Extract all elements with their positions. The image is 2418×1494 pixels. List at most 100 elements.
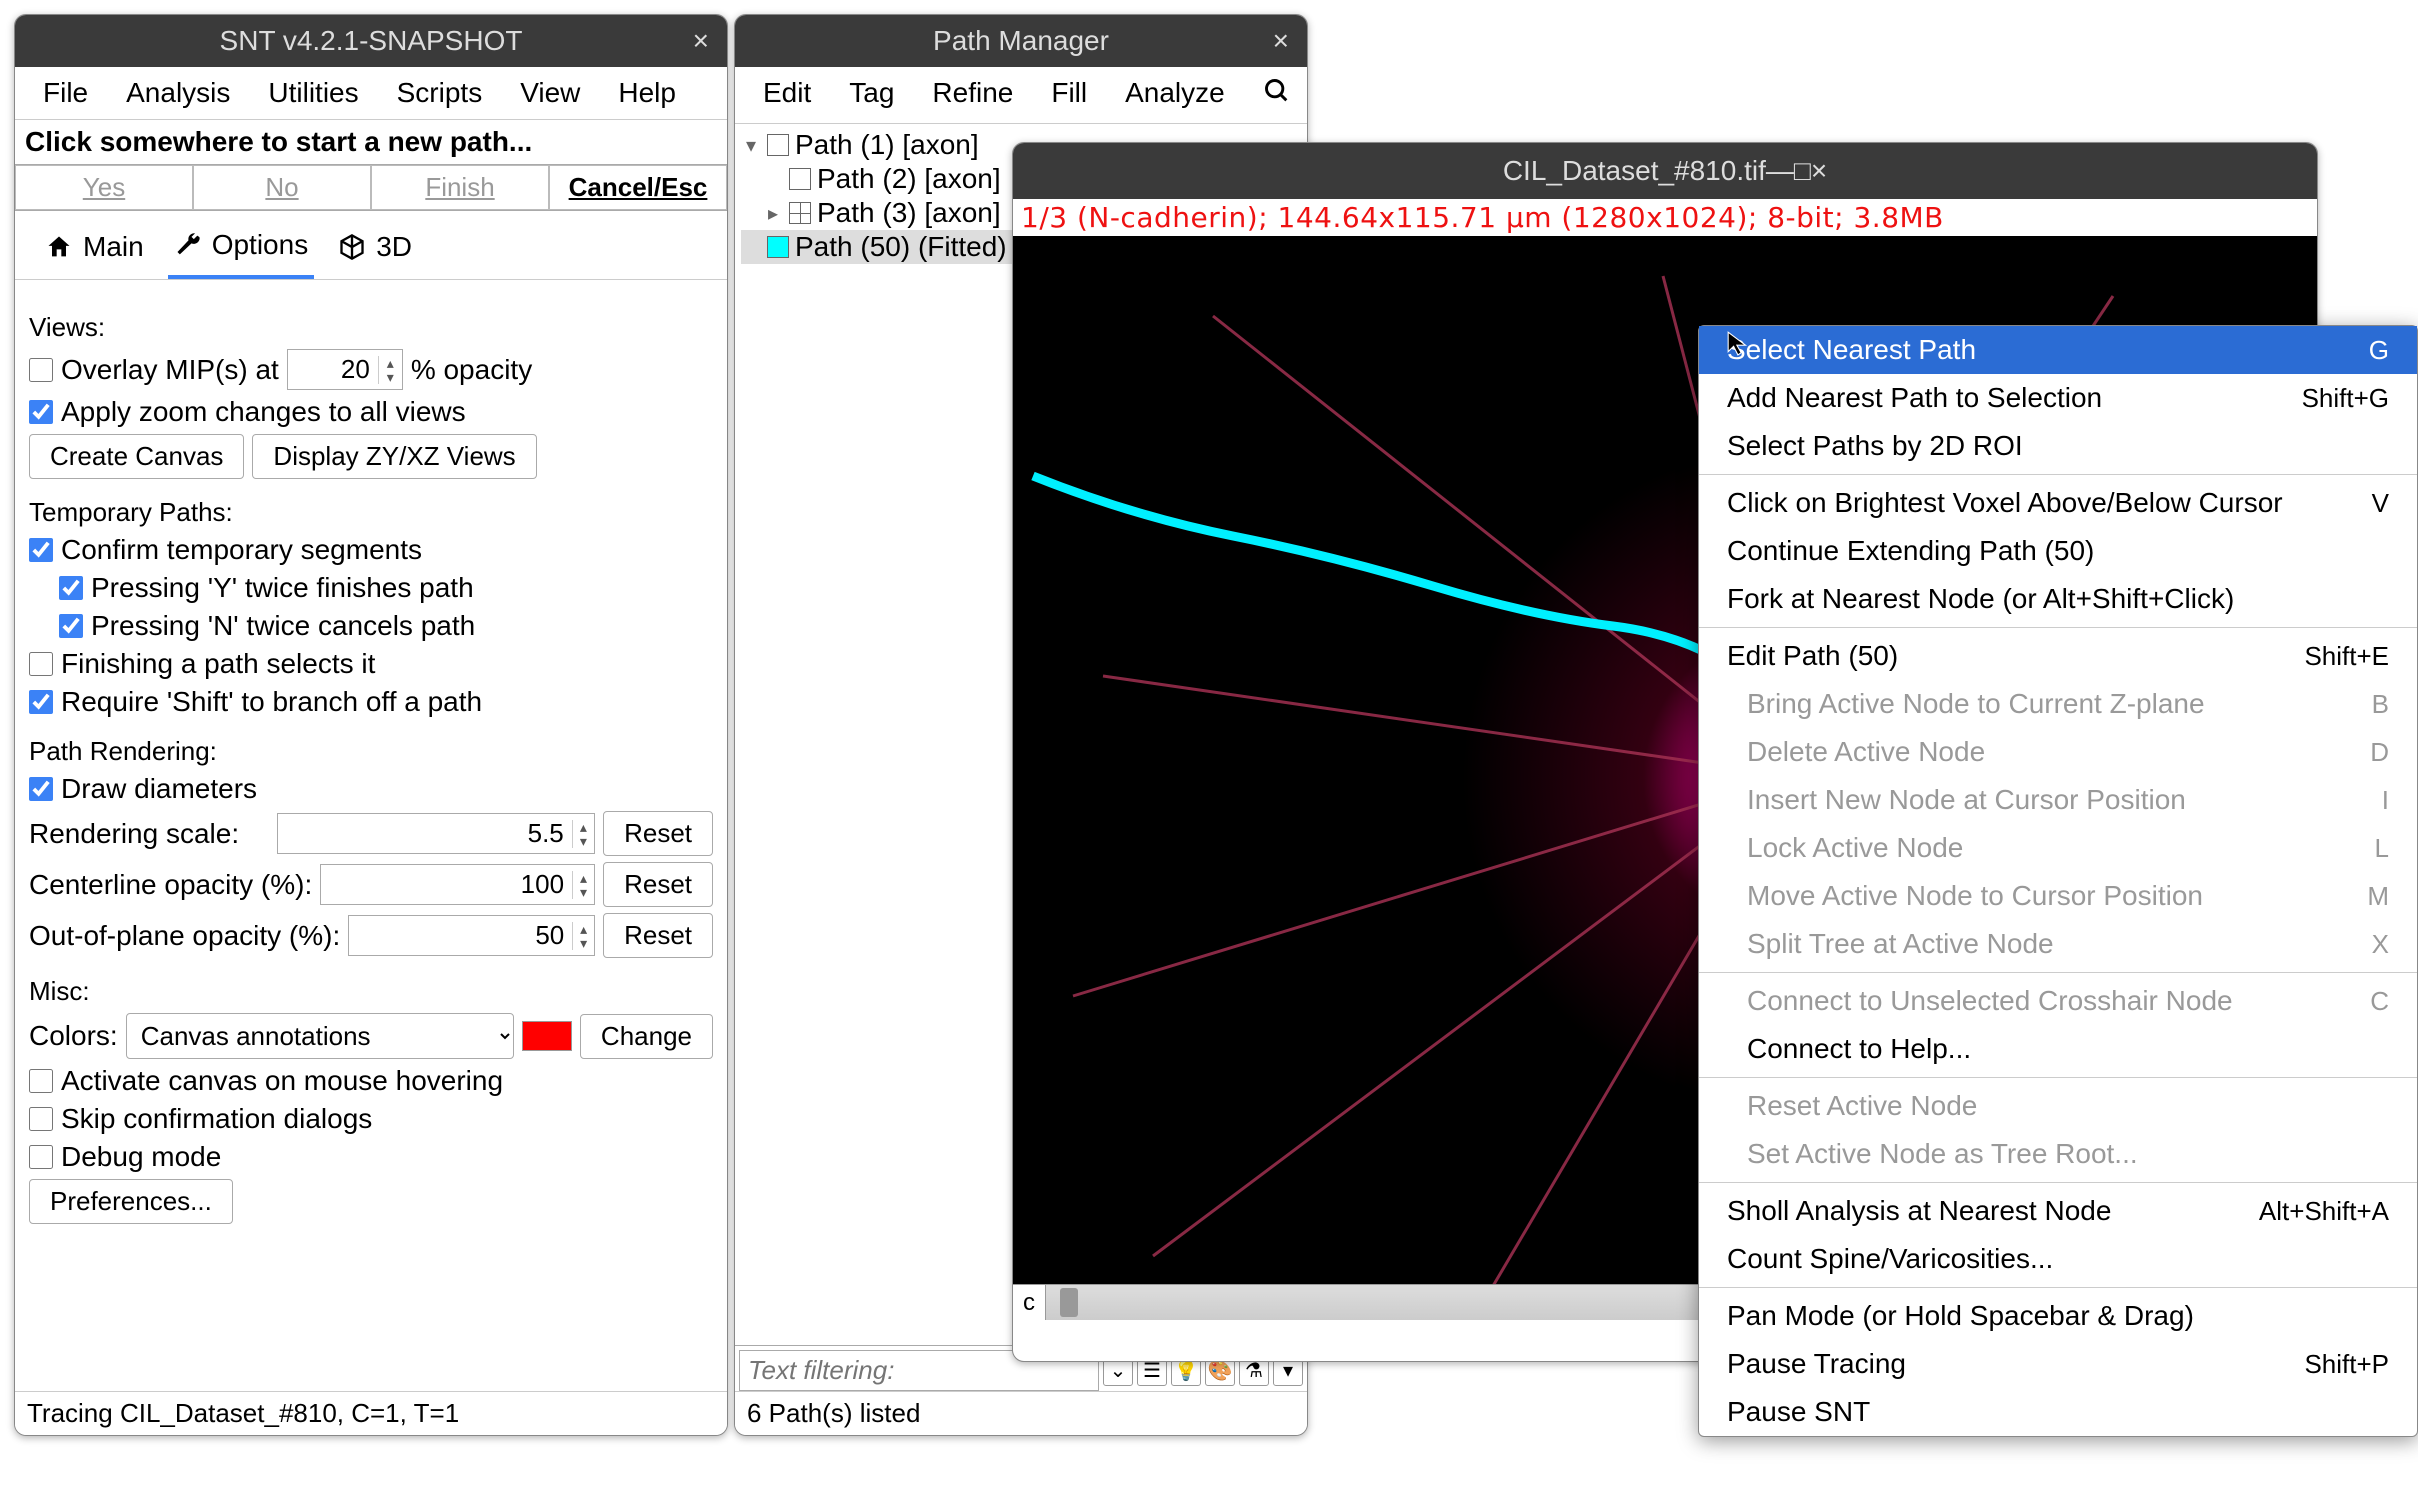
spin-up-icon[interactable]: ▴	[573, 922, 594, 936]
menu-analyze[interactable]: Analyze	[1107, 73, 1243, 117]
context-menu-item[interactable]: Sholl Analysis at Nearest NodeAlt+Shift+…	[1699, 1187, 2417, 1235]
menu-file[interactable]: File	[25, 73, 106, 113]
menu-item-shortcut: C	[2370, 986, 2389, 1017]
overlay-value[interactable]	[288, 350, 378, 389]
menu-item-label: Lock Active Node	[1747, 832, 1963, 864]
tree-expander-icon[interactable]: ▸	[763, 201, 783, 226]
search-icon[interactable]	[1245, 73, 1308, 117]
tab-main[interactable]: Main	[39, 221, 150, 279]
path-color-swatch	[767, 236, 789, 258]
debug-checkbox[interactable]	[29, 1145, 53, 1169]
spin-down-icon[interactable]: ▾	[573, 834, 594, 848]
spin-down-icon[interactable]: ▾	[573, 936, 594, 950]
snt-title: SNT v4.2.1-SNAPSHOT	[220, 25, 523, 57]
tab-3d[interactable]: 3D	[332, 221, 418, 279]
menu-item-shortcut: G	[2369, 335, 2389, 366]
reset-oop-button[interactable]: Reset	[603, 913, 713, 958]
menu-item-label: Connect to Unselected Crosshair Node	[1747, 985, 2233, 1017]
menu-item-shortcut: Shift+E	[2304, 641, 2389, 672]
context-menu-item[interactable]: Connect to Help...	[1699, 1025, 2417, 1073]
snt-titlebar[interactable]: SNT v4.2.1-SNAPSHOT ×	[15, 15, 727, 67]
activate-hover-checkbox[interactable]	[29, 1069, 53, 1093]
menu-edit[interactable]: Edit	[745, 73, 829, 117]
menu-view[interactable]: View	[502, 73, 598, 113]
context-menu[interactable]: Select Nearest PathGAdd Nearest Path to …	[1698, 325, 2418, 1437]
close-icon[interactable]: ×	[1811, 155, 1827, 187]
finish-selects-checkbox[interactable]	[29, 652, 53, 676]
press-y-checkbox[interactable]	[59, 576, 83, 600]
menu-separator	[1699, 1077, 2417, 1078]
context-menu-item[interactable]: Fork at Nearest Node (or Alt+Shift+Click…	[1699, 575, 2417, 623]
press-n-checkbox[interactable]	[59, 614, 83, 638]
views-label: Views:	[29, 312, 713, 343]
draw-diam-checkbox[interactable]	[29, 777, 53, 801]
menu-utilities[interactable]: Utilities	[250, 73, 376, 113]
menu-tag[interactable]: Tag	[831, 73, 912, 117]
context-menu-item: Connect to Unselected Crosshair Node C	[1699, 977, 2417, 1025]
menu-item-label: Pan Mode (or Hold Spacebar & Drag)	[1727, 1300, 2194, 1332]
spin-up-icon[interactable]: ▴	[573, 871, 594, 885]
menu-item-label: Set Active Node as Tree Root...	[1747, 1138, 2138, 1170]
overlay-spinner[interactable]: ▴▾	[287, 349, 403, 390]
menu-item-shortcut: L	[2375, 833, 2389, 864]
overlay-checkbox[interactable]	[29, 358, 53, 382]
overlay-suffix: % opacity	[411, 354, 532, 386]
finish-button: Finish	[371, 165, 549, 210]
cancel-button[interactable]: Cancel/Esc	[549, 165, 727, 210]
pm-status: 6 Path(s) listed	[735, 1391, 1307, 1435]
colors-select[interactable]: Canvas annotations	[126, 1013, 514, 1059]
context-menu-item[interactable]: Count Spine/Varicosities...	[1699, 1235, 2417, 1283]
maximize-icon[interactable]: □	[1794, 155, 1811, 187]
snt-status: Tracing CIL_Dataset_#810, C=1, T=1	[15, 1391, 727, 1435]
minimize-icon[interactable]: —	[1766, 155, 1794, 187]
overlay-label: Overlay MIP(s) at	[61, 354, 279, 386]
spin-up-icon[interactable]: ▴	[379, 356, 402, 370]
scale-spinner[interactable]: ▴▾	[277, 813, 595, 854]
context-menu-item[interactable]: Click on Brightest Voxel Above/Below Cur…	[1699, 479, 2417, 527]
context-menu-item[interactable]: Pause SNT	[1699, 1388, 2417, 1436]
close-icon[interactable]: ×	[1273, 25, 1289, 57]
oop-spinner[interactable]: ▴▾	[348, 915, 595, 956]
context-menu-item[interactable]: Pause TracingShift+P	[1699, 1340, 2417, 1388]
context-menu-item[interactable]: Select Paths by 2D ROI	[1699, 422, 2417, 470]
path-color-swatch	[789, 202, 811, 224]
cube-icon	[338, 233, 366, 261]
context-menu-item[interactable]: Add Nearest Path to SelectionShift+G	[1699, 374, 2417, 422]
pm-menubar: Edit Tag Refine Fill Analyze	[735, 67, 1307, 124]
skip-confirm-checkbox[interactable]	[29, 1107, 53, 1131]
context-menu-item: Reset Active Node	[1699, 1082, 2417, 1130]
viewer-titlebar[interactable]: CIL_Dataset_#810.tif — □ ×	[1013, 143, 2317, 199]
menu-refine[interactable]: Refine	[914, 73, 1031, 117]
menu-item-shortcut: D	[2370, 737, 2389, 768]
create-canvas-button[interactable]: Create Canvas	[29, 434, 244, 479]
context-menu-item[interactable]: Select Nearest PathG	[1699, 326, 2417, 374]
change-color-button[interactable]: Change	[580, 1014, 713, 1059]
reset-center-button[interactable]: Reset	[603, 862, 713, 907]
center-spinner[interactable]: ▴▾	[320, 864, 595, 905]
menu-item-label: Pause Tracing	[1727, 1348, 1906, 1380]
menu-help[interactable]: Help	[600, 73, 694, 113]
path-label: Path (1) [axon]	[795, 129, 979, 161]
spin-down-icon[interactable]: ▾	[573, 885, 594, 899]
display-views-button[interactable]: Display ZY/XZ Views	[252, 434, 536, 479]
menu-fill[interactable]: Fill	[1033, 73, 1105, 117]
spin-up-icon[interactable]: ▴	[573, 820, 594, 834]
close-icon[interactable]: ×	[693, 25, 709, 57]
scrollbar-thumb[interactable]	[1060, 1288, 1078, 1317]
context-menu-item[interactable]: Edit Path (50)Shift+E	[1699, 632, 2417, 680]
require-shift-checkbox[interactable]	[29, 690, 53, 714]
preferences-button[interactable]: Preferences...	[29, 1179, 233, 1224]
context-menu-item[interactable]: Continue Extending Path (50)	[1699, 527, 2417, 575]
menu-scripts[interactable]: Scripts	[379, 73, 501, 113]
tree-expander-icon[interactable]: ▾	[741, 133, 761, 158]
color-swatch[interactable]	[522, 1021, 572, 1051]
confirm-temp-checkbox[interactable]	[29, 538, 53, 562]
context-menu-item[interactable]: Pan Mode (or Hold Spacebar & Drag)	[1699, 1292, 2417, 1340]
spin-down-icon[interactable]: ▾	[379, 370, 402, 384]
menu-analysis[interactable]: Analysis	[108, 73, 248, 113]
oop-label: Out-of-plane opacity (%):	[29, 920, 340, 952]
reset-scale-button[interactable]: Reset	[603, 811, 713, 856]
apply-zoom-checkbox[interactable]	[29, 400, 53, 424]
pm-titlebar[interactable]: Path Manager ×	[735, 15, 1307, 67]
tab-options[interactable]: Options	[168, 221, 315, 279]
